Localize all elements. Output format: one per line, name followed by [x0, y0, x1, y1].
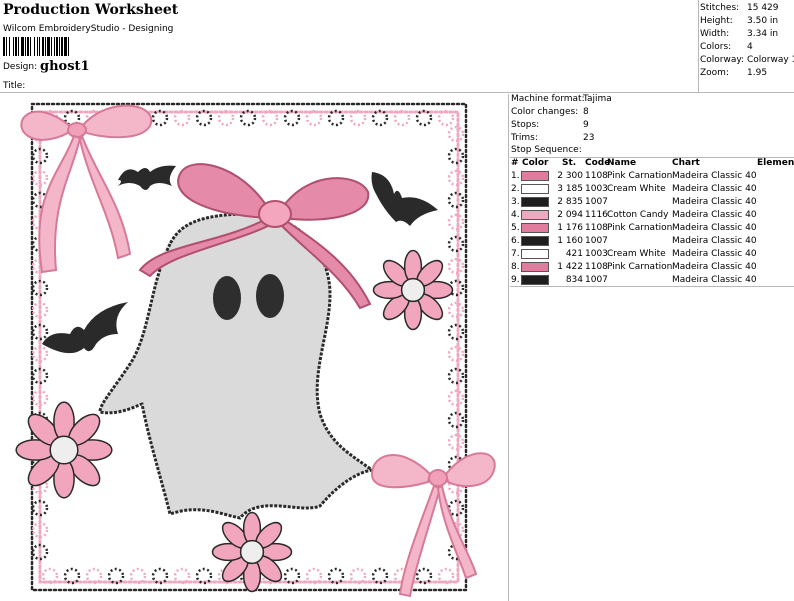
color-swatch	[521, 249, 549, 259]
header-name: Name	[607, 158, 637, 168]
thread-chart: Madeira Classic 40	[672, 275, 757, 285]
ghost-embroidery-image	[15, 102, 496, 598]
design-label: Design:	[3, 62, 38, 72]
thread-code: 1007	[585, 197, 608, 207]
flower-right	[372, 249, 454, 331]
thread-chart: Madeira Classic 40	[672, 184, 757, 194]
stitch-count: 1 176	[557, 223, 583, 233]
stitch-count: 3 185	[557, 184, 583, 194]
thread-name: Cream White	[607, 249, 666, 259]
row-number: 6.	[511, 236, 520, 246]
flower-left	[15, 401, 113, 499]
stitch-count: 2 300	[557, 171, 583, 181]
row-number: 3.	[511, 197, 520, 207]
row-number: 9.	[511, 275, 520, 285]
thread-code: 1003	[585, 249, 608, 259]
row-number: 7.	[511, 249, 520, 259]
worksheet-title: Production Worksheet	[3, 2, 179, 18]
bow-bottom-right	[370, 452, 496, 598]
thread-chart: Madeira Classic 40	[672, 171, 757, 181]
table-row: 4. 2 094 1116 Cotton Candy Madeira Classic 4…	[510, 209, 794, 222]
thread-code: 1116	[585, 210, 608, 220]
thread-chart: Madeira Classic 40	[672, 210, 757, 220]
app-name: Wilcom EmbroideryStudio - Designing	[3, 24, 174, 34]
thread-name: Pink Carnation	[607, 223, 673, 233]
table-row: 7. 421 1003 Cream White Madeira Classic 40	[510, 248, 794, 261]
color-swatch	[521, 210, 549, 220]
stitch-count: 421	[565, 249, 583, 259]
header-num: #	[511, 158, 519, 168]
stop-sequence-title: Stop Sequence:	[511, 145, 582, 155]
stat-colors: Colors: 4	[700, 42, 753, 52]
stitch-count: 834	[565, 275, 583, 285]
bat-right	[371, 172, 438, 226]
machine-format: Machine format: Tajima	[511, 94, 612, 104]
table-row: 8. 1 422 1108 Pink Carnation Madeira Classic…	[510, 261, 794, 274]
bat-left	[42, 302, 128, 354]
stop-sequence-table: # Color St. Code Name Chart Element 1. 2 …	[510, 157, 794, 287]
thread-chart: Madeira Classic 40	[672, 249, 757, 259]
table-bottom-rule	[510, 286, 794, 287]
color-swatch	[521, 223, 549, 233]
thread-name: Pink Carnation	[607, 262, 673, 272]
trims: Trims: 23	[511, 133, 595, 143]
thread-chart: Madeira Classic 40	[672, 197, 757, 207]
header-st: St.	[562, 158, 577, 168]
color-swatch	[521, 197, 549, 207]
table-row: 1. 2 300 1108 Pink Carnation Madeira Classic…	[510, 170, 794, 183]
stat-height: Height: 3.50 in	[700, 16, 779, 26]
table-row: 6. 1 160 1007 Madeira Classic 40	[510, 235, 794, 248]
header-color: Color	[522, 158, 549, 168]
flower-bottom	[211, 511, 293, 593]
header-chart: Chart	[672, 158, 700, 168]
thread-chart: Madeira Classic 40	[672, 236, 757, 246]
stat-colorway: Colorway: Colorway 1	[700, 55, 794, 65]
color-swatch	[521, 262, 549, 272]
stops: Stops: 9	[511, 120, 589, 130]
worksheet-header: Production Worksheet Wilcom EmbroiderySt…	[0, 0, 794, 93]
thread-chart: Madeira Classic 40	[672, 262, 757, 272]
stitch-count: 2 094	[557, 210, 583, 220]
stat-zoom: Zoom: 1.95	[700, 68, 768, 78]
row-number: 2.	[511, 184, 520, 194]
thread-name: Pink Carnation	[607, 171, 673, 181]
thread-code: 1108	[585, 262, 608, 272]
color-changes: Color changes: 8	[511, 107, 589, 117]
thread-code: 1108	[585, 171, 608, 181]
stat-width: Width: 3.34 in	[700, 29, 779, 39]
header-element: Element	[757, 158, 794, 168]
stitch-count: 1 422	[557, 262, 583, 272]
table-row: 3. 2 835 1007 Madeira Classic 40	[510, 196, 794, 209]
thread-code: 1007	[585, 236, 608, 246]
thread-name: Cotton Candy	[607, 210, 669, 220]
table-row: 2. 3 185 1003 Cream White Madeira Classic 40	[510, 183, 794, 196]
color-swatch	[521, 275, 549, 285]
thread-code: 1108	[585, 223, 608, 233]
color-swatch	[521, 171, 549, 181]
row-number: 5.	[511, 223, 520, 233]
barcode-image	[3, 37, 113, 56]
table-header: # Color St. Code Name Chart Element	[510, 158, 794, 170]
row-number: 1.	[511, 171, 520, 181]
thread-name: Cream White	[607, 184, 666, 194]
thread-chart: Madeira Classic 40	[672, 223, 757, 233]
stitch-count: 1 160	[557, 236, 583, 246]
bat-top	[118, 165, 176, 190]
color-swatch	[521, 236, 549, 246]
thread-code: 1003	[585, 184, 608, 194]
stats-panel: Stitches: 15 429 Height: 3.50 in Width: 3.3…	[698, 0, 794, 93]
design-name: ghost1	[40, 59, 90, 74]
stitch-count: 2 835	[557, 197, 583, 207]
title-label: Title:	[3, 81, 26, 91]
thread-code: 1007	[585, 275, 608, 285]
row-number: 4.	[511, 210, 520, 220]
embroidery-preview	[0, 94, 509, 601]
color-swatch	[521, 184, 549, 194]
table-row: 5. 1 176 1108 Pink Carnation Madeira Classic…	[510, 222, 794, 235]
stat-stitches: Stitches: 15 429	[700, 3, 779, 13]
row-number: 8.	[511, 262, 520, 272]
